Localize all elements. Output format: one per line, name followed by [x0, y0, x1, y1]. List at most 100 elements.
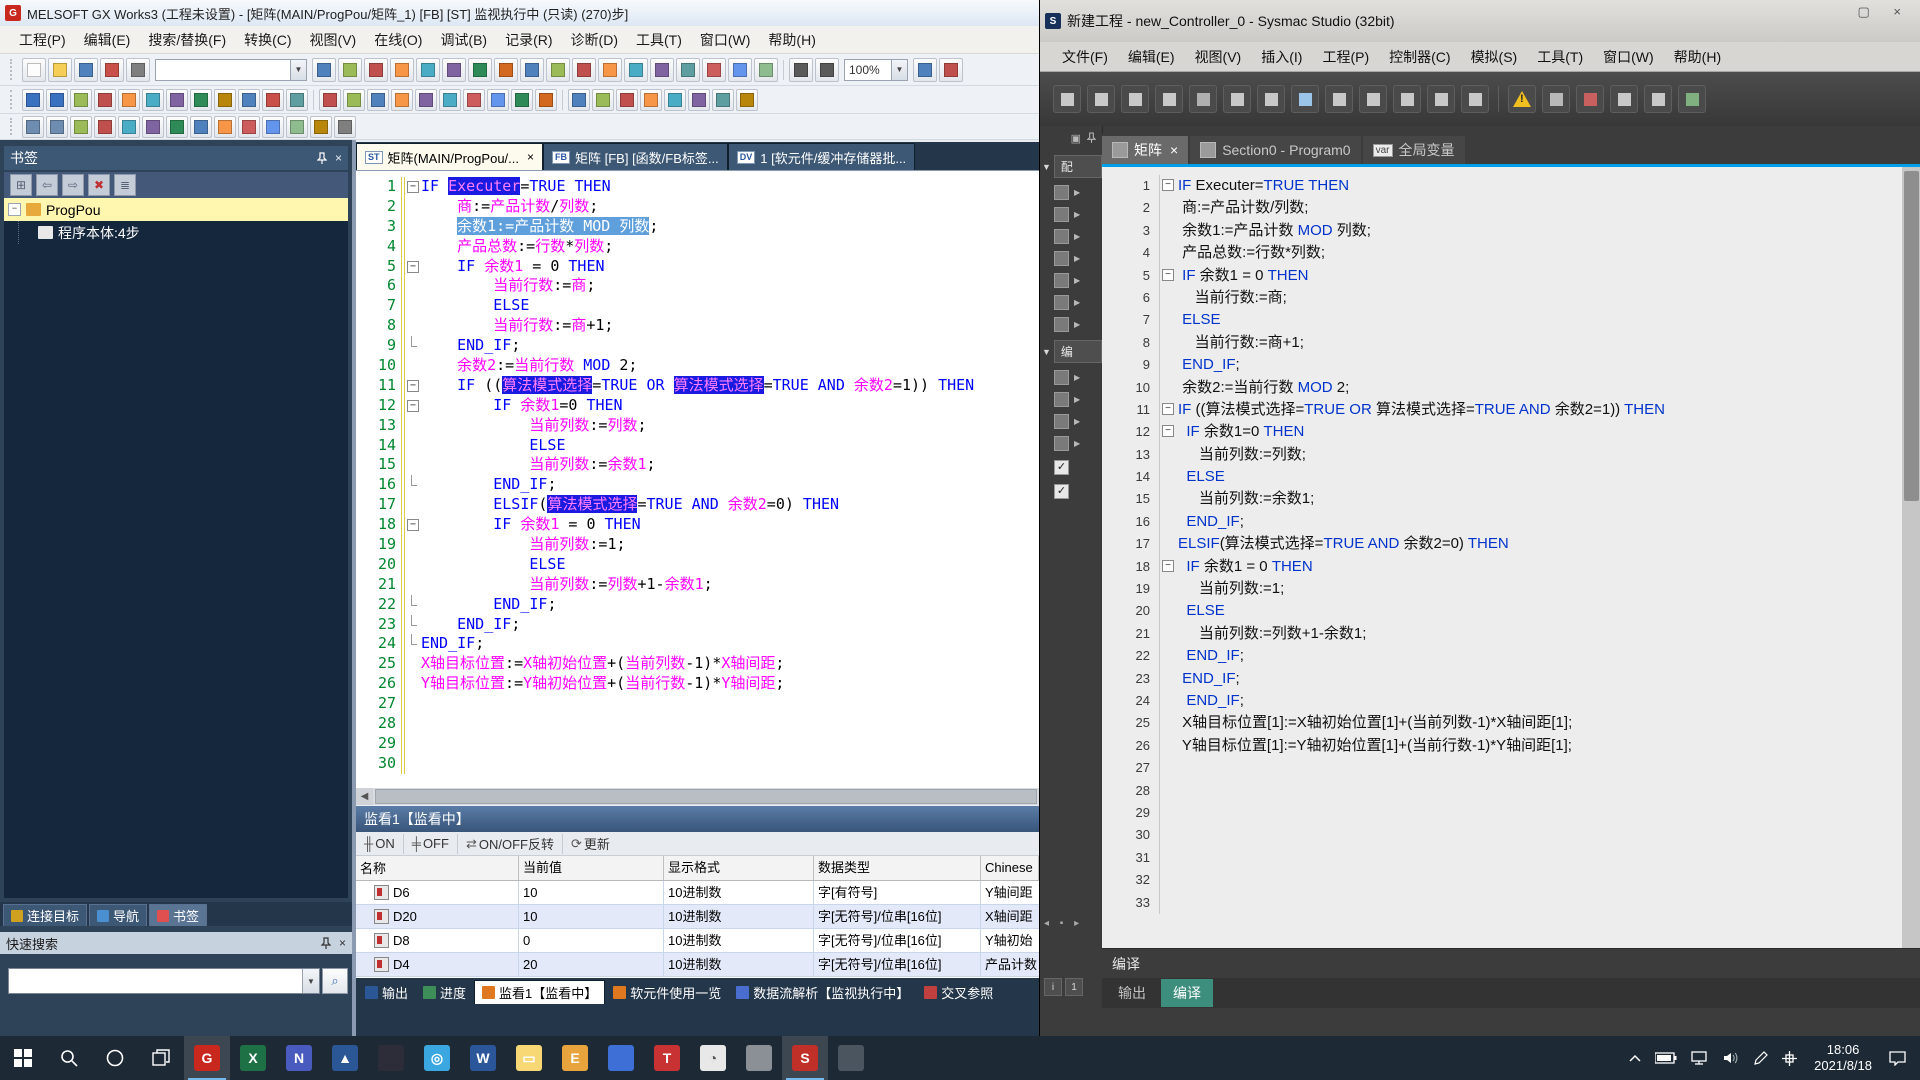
pin-icon[interactable]: [1087, 132, 1096, 145]
strip-item[interactable]: ▶: [1054, 185, 1102, 200]
warning-icon[interactable]: [1508, 85, 1536, 113]
gx-toolbar-icon[interactable]: [22, 116, 44, 138]
sysmac-menu-item[interactable]: 窗口(W): [1593, 44, 1664, 70]
gx-toolbar-icon[interactable]: [286, 89, 308, 111]
gx-toolbar-icon[interactable]: [939, 58, 963, 82]
sysmac-toolbar-icon[interactable]: [1678, 85, 1706, 113]
strip-item[interactable]: ▶: [1054, 370, 1102, 385]
gx-toolbar-icon[interactable]: [334, 116, 356, 138]
taskbar-app-onenote[interactable]: N: [276, 1036, 322, 1080]
gx-toolbar-icon[interactable]: [598, 58, 622, 82]
watch-cell[interactable]: 10: [519, 905, 664, 928]
taskbar-app-tim[interactable]: T: [644, 1036, 690, 1080]
gx-menu-item[interactable]: 在线(O): [365, 27, 431, 53]
watch-row[interactable]: D42010进制数字[无符号]/位串[16位]产品计数: [356, 953, 1039, 977]
gx-toolbar-icon[interactable]: [390, 58, 414, 82]
gx-toolbar-icon[interactable]: [94, 116, 116, 138]
watch-column-header[interactable]: 数据类型: [814, 856, 981, 880]
sysmac-toolbar-icon[interactable]: [1576, 85, 1604, 113]
sysmac-toolbar-icon[interactable]: [1257, 85, 1285, 113]
watch-cell[interactable]: 10进制数: [664, 953, 814, 976]
strip-item[interactable]: ▶: [1054, 273, 1102, 288]
bookmark-tool-icon[interactable]: ⇦: [36, 174, 58, 196]
gx-toolbar-icon[interactable]: [487, 89, 509, 111]
taskbar-search-button[interactable]: [46, 1036, 92, 1080]
action-center-icon[interactable]: [1889, 1051, 1906, 1066]
gx-toolbar-icon[interactable]: [94, 89, 116, 111]
watch-tool-ON/OFF反转[interactable]: ⇄ON/OFF反转: [466, 834, 554, 853]
bottom-tab[interactable]: 输出: [358, 981, 415, 1004]
gx-toolbar-icon[interactable]: [190, 116, 212, 138]
close-icon[interactable]: ×: [1170, 142, 1178, 158]
sysmac-menu-item[interactable]: 文件(F): [1052, 44, 1118, 70]
gx-toolbar-icon[interactable]: [166, 116, 188, 138]
watch-cell[interactable]: Y轴初始: [981, 929, 1039, 952]
watch-cell[interactable]: D20: [356, 905, 519, 928]
gx-menu-item[interactable]: 工程(P): [10, 27, 75, 53]
gx-toolbar-icon[interactable]: [650, 58, 674, 82]
battery-icon[interactable]: [1655, 1052, 1677, 1064]
tree-item[interactable]: −ProgPou: [4, 198, 348, 221]
window-controls[interactable]: ▢ ×: [1858, 4, 1912, 20]
taskbar-clock[interactable]: 18:06 2021/8/18: [1814, 1042, 1872, 1074]
tree-item[interactable]: 程序本体:4步: [4, 221, 348, 244]
volume-icon[interactable]: [1723, 1051, 1739, 1065]
gx-toolbar-icon[interactable]: [310, 116, 332, 138]
gx-toolbar-icon[interactable]: [442, 58, 466, 82]
sysmac-menu-item[interactable]: 插入(I): [1251, 44, 1312, 70]
taskbar-app-app-blue[interactable]: [598, 1036, 644, 1080]
pin-icon[interactable]: [317, 152, 327, 164]
taskbar-app-photos[interactable]: ▲: [322, 1036, 368, 1080]
sysmac-toolbar-icon[interactable]: [1053, 85, 1081, 113]
taskbar-app-file-explorer[interactable]: ▭: [506, 1036, 552, 1080]
gx-toolbar-icon[interactable]: [70, 116, 92, 138]
pen-icon[interactable]: [1753, 1051, 1768, 1066]
gx-menu-item[interactable]: 帮助(H): [759, 27, 824, 53]
watch-cell[interactable]: 10进制数: [664, 929, 814, 952]
strip-item[interactable]: ▶: [1054, 414, 1102, 429]
gx-toolbar-icon[interactable]: [815, 58, 839, 82]
gx-toolbar-icon[interactable]: [100, 58, 124, 82]
gx-toolbar-icon[interactable]: [142, 116, 164, 138]
fold-toggle-icon[interactable]: [1159, 175, 1178, 197]
gx-menu-item[interactable]: 调试(B): [431, 27, 496, 53]
gx-toolbar-icon[interactable]: [520, 58, 544, 82]
gx-toolbar-icon[interactable]: [238, 116, 260, 138]
watch-cell[interactable]: 字[无符号]/位串[16位]: [814, 905, 981, 928]
touch-keyboard-icon[interactable]: [1782, 1051, 1797, 1066]
strip-item[interactable]: ▶: [1054, 436, 1102, 451]
dock-tab-导航[interactable]: 导航: [89, 904, 147, 926]
strip-item[interactable]: ▶: [1054, 317, 1102, 332]
gx-toolbar-icon[interactable]: [572, 58, 596, 82]
gx-toolbar-icon[interactable]: [74, 58, 98, 82]
tray-chevron-up-icon[interactable]: [1629, 1054, 1641, 1062]
watch-row[interactable]: D61010进制数字[有符号]Y轴间距: [356, 881, 1039, 905]
gx-toolbar-icon[interactable]: [624, 58, 648, 82]
gx-toolbar-icon[interactable]: [712, 89, 734, 111]
fold-toggle-icon[interactable]: [401, 177, 421, 197]
watch-row[interactable]: D8010进制数字[无符号]/位串[16位]Y轴初始: [356, 929, 1039, 953]
fold-toggle-icon[interactable]: [1159, 399, 1178, 421]
gx-toolbar-icon[interactable]: [592, 89, 614, 111]
taskbar-app-gx-works3[interactable]: G: [184, 1036, 230, 1080]
tree-expand-icon[interactable]: −: [8, 203, 21, 216]
gx-st-editor[interactable]: 1IF Executer=TRUE THEN2 商:=产品计数/列数;3 余数1…: [356, 170, 1039, 789]
gx-toolbar-icon[interactable]: [319, 89, 341, 111]
taskbar-app-chrome[interactable]: ◔: [690, 1036, 736, 1080]
gx-toolbar-icon[interactable]: [416, 58, 440, 82]
panel-icon[interactable]: ▣: [1071, 132, 1081, 145]
sysmac-toolbar-icon[interactable]: [1087, 85, 1115, 113]
gx-menu-item[interactable]: 工具(T): [627, 27, 691, 53]
fold-toggle-icon[interactable]: [1159, 421, 1178, 443]
watch-tool-ON[interactable]: ╫ON: [364, 836, 395, 851]
gx-toolbar-icon[interactable]: [688, 89, 710, 111]
watch-column-header[interactable]: 显示格式: [664, 856, 814, 880]
gx-toolbar-icon[interactable]: [511, 89, 533, 111]
gx-toolbar-icon[interactable]: [439, 89, 461, 111]
fold-toggle-icon[interactable]: [401, 515, 421, 535]
sysmac-toolbar-icon[interactable]: [1359, 85, 1387, 113]
gx-toolbar-icon[interactable]: [789, 58, 813, 82]
watch-cell[interactable]: 10进制数: [664, 881, 814, 904]
watch-tool-OFF[interactable]: ╪OFF: [412, 836, 449, 851]
watch-cell[interactable]: D6: [356, 881, 519, 904]
